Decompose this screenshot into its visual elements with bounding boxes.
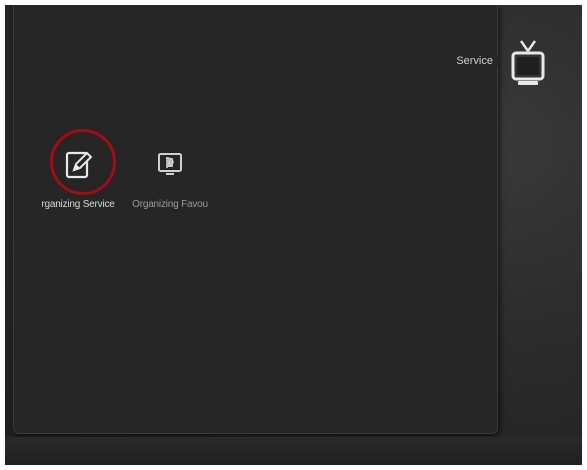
tv-menu-screen: Service rganizing Service Organizing Fav… xyxy=(5,5,582,465)
breadcrumb-label: Service xyxy=(456,55,493,67)
breadcrumb-arrow xyxy=(497,55,502,67)
menu-item-organizing-favourite[interactable]: Organizing Favou xyxy=(122,145,218,210)
menu-item-label: rganizing Service xyxy=(41,199,115,210)
edit-icon xyxy=(58,145,98,185)
bottom-bar xyxy=(5,437,582,465)
menu-item-organizing-service[interactable]: rganizing Service xyxy=(30,145,126,210)
favourite-monitor-icon xyxy=(150,145,190,185)
menu-panel: Service rganizing Service Organizing Fav… xyxy=(13,5,502,434)
breadcrumb: Service xyxy=(456,55,502,67)
tv-icon xyxy=(505,37,551,91)
menu-item-label: Organizing Favou xyxy=(132,199,208,210)
